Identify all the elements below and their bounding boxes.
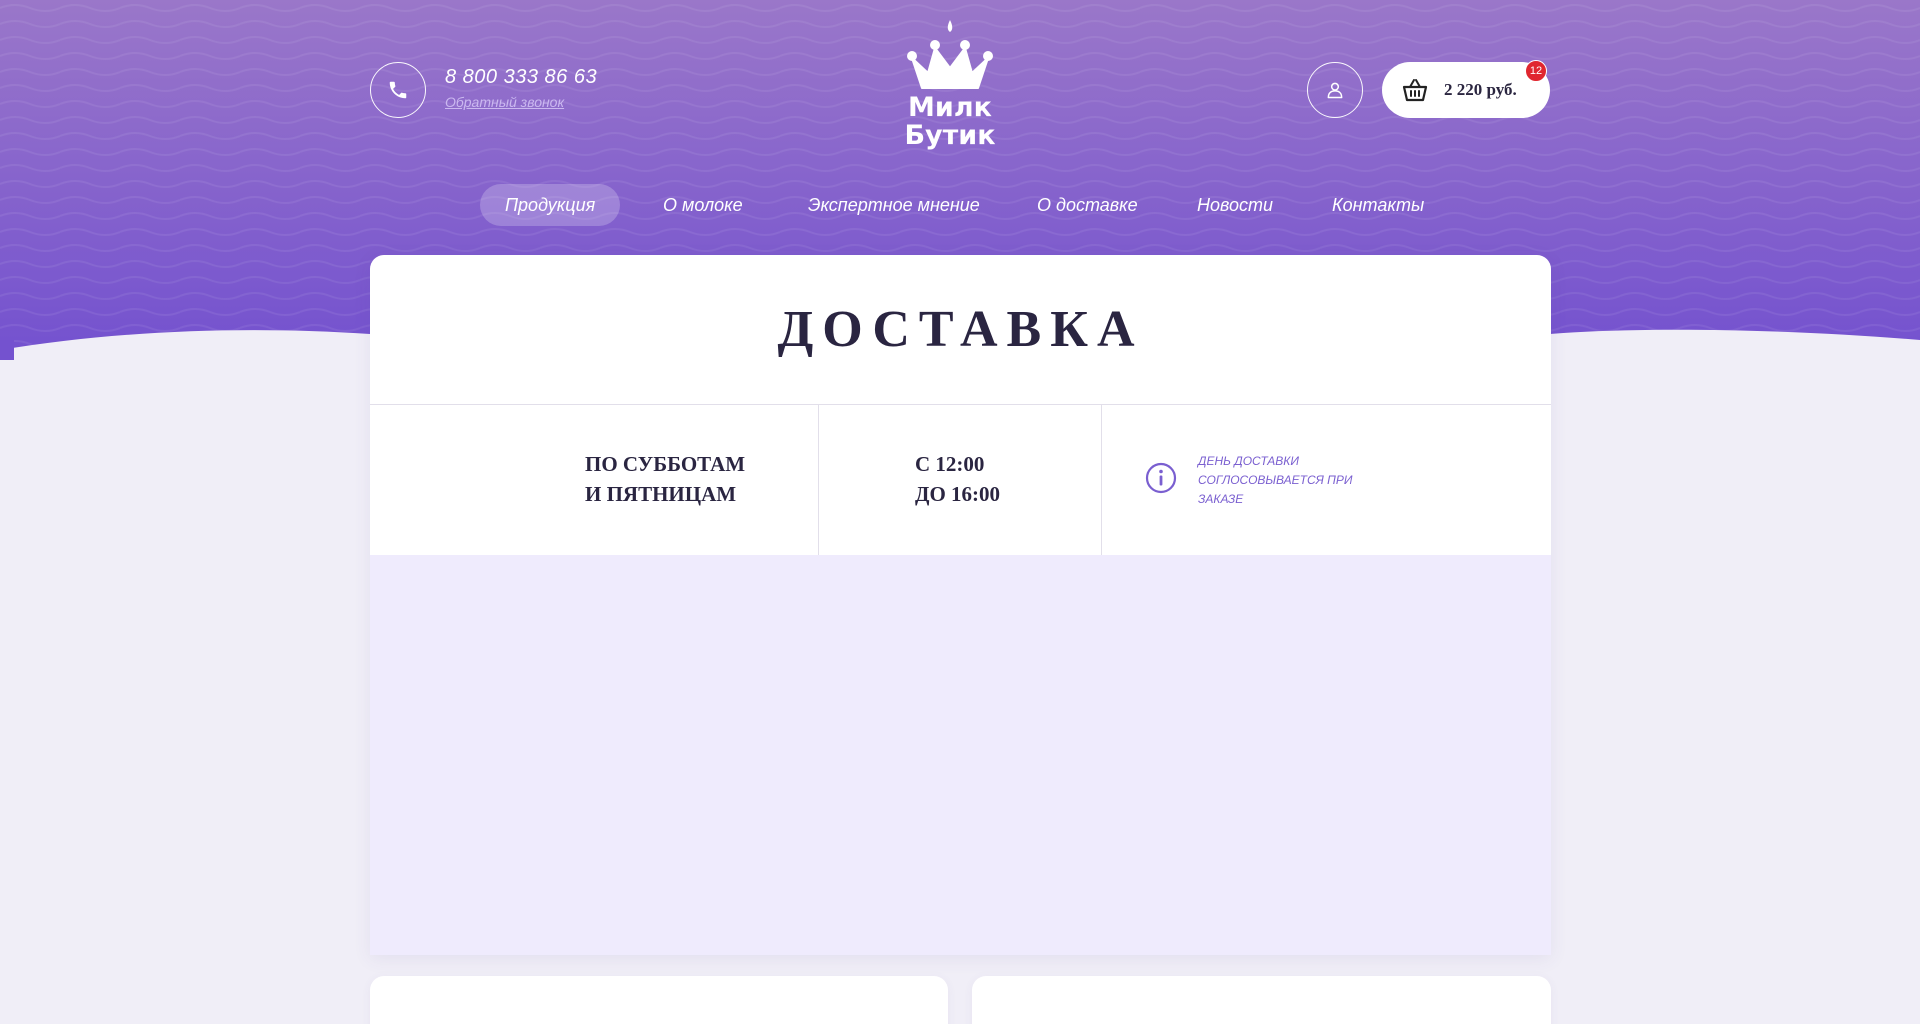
delivery-hours-line1: С 12:00: [915, 452, 985, 476]
nav-item-news[interactable]: Новости: [1172, 184, 1298, 226]
phone-icon: [389, 81, 407, 99]
basket-icon: [1402, 79, 1428, 102]
nav-item-about-milk[interactable]: О молоке: [638, 184, 768, 226]
delivery-note-line1: ДЕНЬ ДОСТАВКИ: [1198, 454, 1299, 468]
delivery-map[interactable]: [370, 555, 1551, 955]
callback-link[interactable]: Обратный звонок: [445, 94, 564, 110]
delivery-note-line2: СОГЛОСОВЫВАЕТСЯ ПРИ: [1198, 473, 1353, 487]
delivery-hours-cell: С 12:00 ДО 16:00: [819, 405, 1102, 555]
cart-button[interactable]: 2 220 руб. 12: [1382, 60, 1550, 118]
cart-total: 2 220 руб.: [1444, 80, 1517, 99]
cart-count-badge: 12: [1525, 60, 1547, 82]
delivery-days: ПО СУББОТАМ И ПЯТНИЦАМ: [585, 449, 745, 509]
delivery-days-line1: ПО СУББОТАМ: [585, 452, 746, 476]
delivery-days-line2: И ПЯТНИЦАМ: [585, 482, 737, 506]
phone-number[interactable]: 8 800 333 86 63: [445, 66, 597, 89]
delivery-days-cell: ПО СУББОТАМ И ПЯТНИЦАМ: [370, 405, 819, 555]
delivery-card: ДОСТАВКА ПО СУББОТАМ И ПЯТНИЦАМ С 12:00 …: [370, 255, 1551, 955]
bottom-card-left: [370, 976, 948, 1024]
logo[interactable]: Милк Бутик: [900, 18, 1000, 158]
delivery-info-row: ПО СУББОТАМ И ПЯТНИЦАМ С 12:00 ДО 16:00: [370, 405, 1551, 555]
delivery-note: ДЕНЬ ДОСТАВКИ СОГЛОСОВЫВАЕТСЯ ПРИ ЗАКАЗЕ: [1198, 452, 1358, 509]
bottom-card-right: [972, 976, 1551, 1024]
user-icon: [1327, 82, 1343, 99]
crown-logo-icon: Милк Бутик: [904, 20, 996, 151]
page-title: ДОСТАВКА: [370, 255, 1551, 405]
nav-item-expert-opinion[interactable]: Экспертное мнение: [783, 184, 1005, 226]
delivery-hours-line2: ДО 16:00: [915, 482, 1001, 506]
logo-text-line2: Бутик: [904, 120, 995, 151]
logo-text-line1: Милк: [908, 92, 992, 123]
main-nav: Продукция О молоке Экспертное мнение О д…: [0, 184, 1920, 226]
info-icon: [1145, 462, 1177, 494]
nav-item-products[interactable]: Продукция: [480, 184, 621, 226]
nav-item-delivery[interactable]: О доставке: [1012, 184, 1163, 226]
account-button[interactable]: [1307, 62, 1363, 118]
delivery-note-line3: ЗАКАЗЕ: [1198, 492, 1244, 506]
phone-button[interactable]: [370, 62, 426, 118]
delivery-hours: С 12:00 ДО 16:00: [915, 449, 1000, 509]
nav-item-contacts[interactable]: Контакты: [1307, 184, 1449, 226]
